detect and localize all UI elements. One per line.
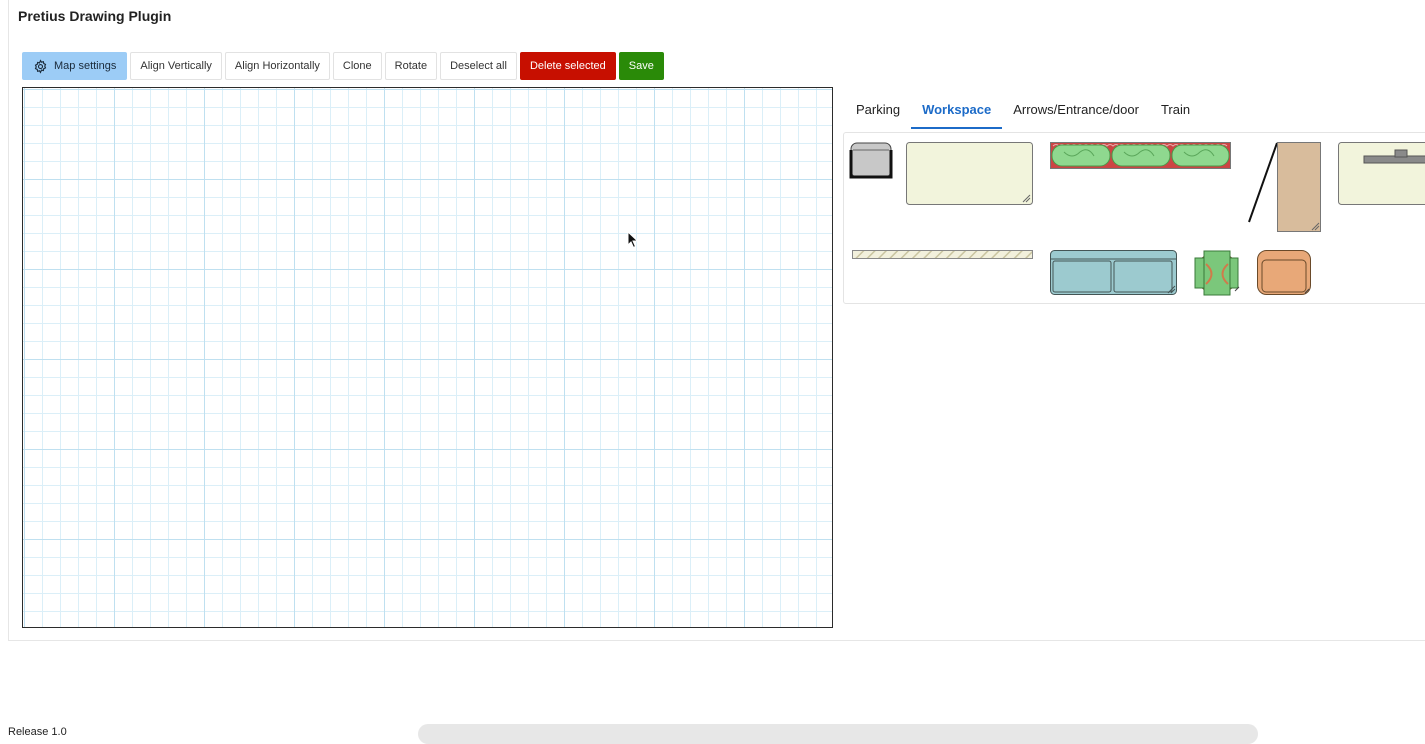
desk-with-monitor-shape[interactable] bbox=[1338, 142, 1425, 206]
map-settings-button[interactable]: Map settings bbox=[22, 52, 127, 80]
chair-shape[interactable] bbox=[849, 142, 893, 180]
armchair-shape[interactable] bbox=[1256, 250, 1312, 296]
shape-palette bbox=[843, 132, 1425, 304]
sofa-shape[interactable] bbox=[1050, 250, 1178, 296]
deselect-all-button[interactable]: Deselect all bbox=[440, 52, 517, 80]
align-horizontally-button[interactable]: Align Horizontally bbox=[225, 52, 330, 80]
desk-shape[interactable] bbox=[906, 142, 1034, 206]
clone-button[interactable]: Clone bbox=[333, 52, 382, 80]
horizontal-scrollbar[interactable] bbox=[418, 724, 1258, 744]
map-settings-label: Map settings bbox=[54, 60, 116, 72]
align-vertically-button[interactable]: Align Vertically bbox=[130, 52, 222, 80]
gear-icon bbox=[33, 59, 48, 74]
tab-arrows-entrance-door[interactable]: Arrows/Entrance/door bbox=[1002, 96, 1150, 129]
release-label: Release 1.0 bbox=[8, 726, 67, 738]
wall-shape[interactable] bbox=[852, 250, 1034, 260]
tab-train[interactable]: Train bbox=[1150, 96, 1201, 129]
save-button[interactable]: Save bbox=[619, 52, 664, 80]
page-title: Pretius Drawing Plugin bbox=[18, 8, 171, 24]
door-shape[interactable] bbox=[1247, 142, 1323, 234]
toolbar: Map settings Align Vertically Align Hori… bbox=[22, 52, 664, 80]
delete-selected-button[interactable]: Delete selected bbox=[520, 52, 616, 80]
round-table-plant-shape[interactable] bbox=[1194, 250, 1242, 296]
tab-parking[interactable]: Parking bbox=[845, 96, 911, 129]
tab-workspace[interactable]: Workspace bbox=[911, 96, 1002, 129]
shape-tabs: Parking Workspace Arrows/Entrance/door T… bbox=[845, 96, 1201, 129]
drawing-canvas[interactable] bbox=[22, 87, 833, 628]
mouse-cursor-icon bbox=[627, 231, 639, 249]
rotate-button[interactable]: Rotate bbox=[385, 52, 437, 80]
plant-row-shape[interactable] bbox=[1050, 142, 1232, 170]
